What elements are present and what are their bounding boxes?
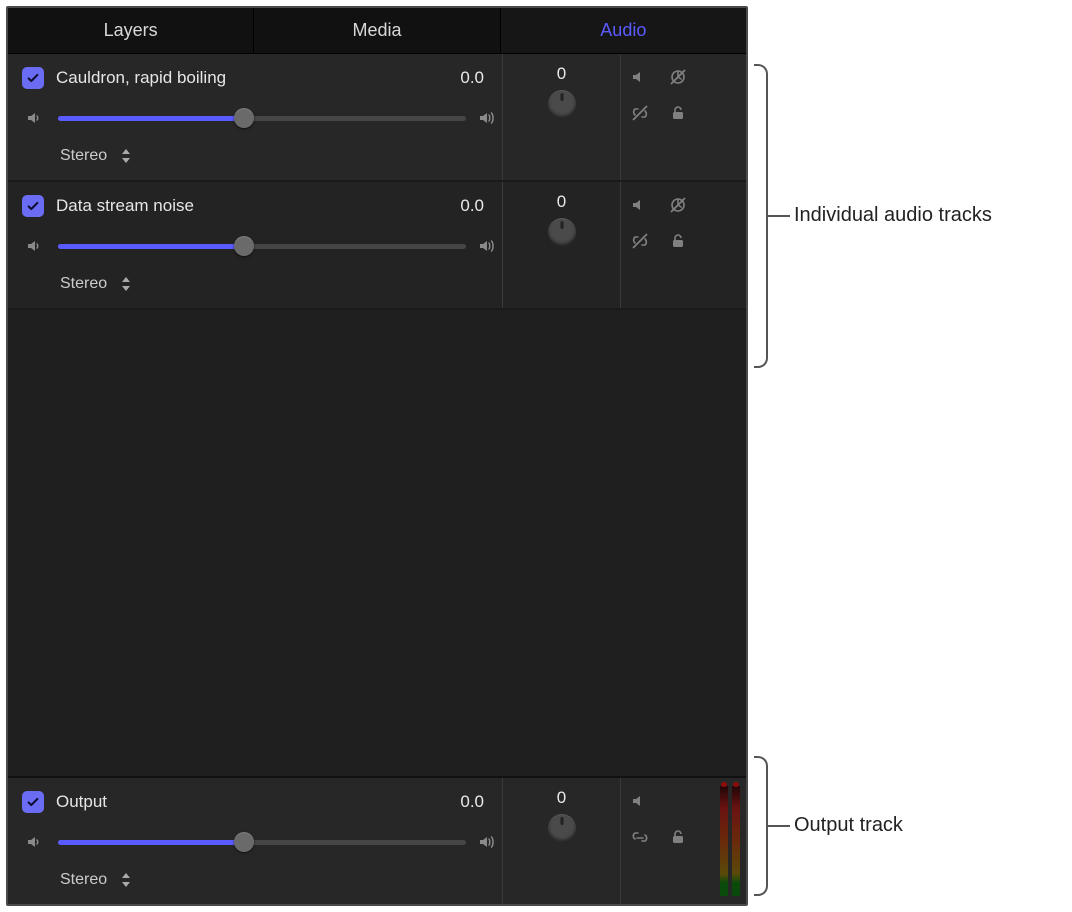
volume-readout[interactable]: 0.0: [442, 196, 502, 216]
speaker-low-icon: [22, 108, 48, 128]
callout-individual-tracks: Individual audio tracks: [748, 64, 1068, 384]
tab-audio[interactable]: Audio: [501, 8, 746, 53]
pan-readout[interactable]: 0: [503, 64, 620, 84]
updown-icon: [121, 149, 131, 163]
track-name[interactable]: Cauldron, rapid boiling: [56, 68, 442, 88]
speaker-low-icon: [22, 832, 48, 852]
volume-readout[interactable]: 0.0: [442, 68, 502, 88]
output-mode-select[interactable]: Stereo: [60, 147, 131, 165]
output-mode-label: Stereo: [60, 147, 107, 165]
volume-readout[interactable]: 0.0: [442, 792, 502, 812]
output-track-section: Output 0.0: [8, 776, 746, 904]
callout-text: Output track: [794, 814, 903, 837]
lock-open-icon[interactable]: [667, 826, 689, 848]
track-enable-checkbox[interactable]: [22, 67, 44, 89]
output-mode-label: Stereo: [60, 275, 107, 293]
updown-icon: [121, 873, 131, 887]
panel-tabs: Layers Media Audio: [8, 8, 746, 54]
output-mode-select[interactable]: Stereo: [60, 275, 131, 293]
output-mode-label: Stereo: [60, 871, 107, 889]
track-name[interactable]: Data stream noise: [56, 196, 442, 216]
audio-panel: Layers Media Audio Cauldron, rapid boili…: [6, 6, 748, 906]
speaker-high-icon: [476, 236, 502, 256]
speaker-high-icon: [476, 832, 502, 852]
updown-icon: [121, 277, 131, 291]
tab-media[interactable]: Media: [254, 8, 500, 53]
volume-slider[interactable]: [58, 107, 466, 129]
pan-readout[interactable]: 0: [503, 788, 620, 808]
volume-slider[interactable]: [58, 235, 466, 257]
callout-text: Individual audio tracks: [794, 204, 992, 227]
mute-icon[interactable]: [629, 194, 651, 216]
lock-open-icon[interactable]: [667, 102, 689, 124]
pan-knob[interactable]: [548, 814, 576, 842]
link-disabled-icon[interactable]: [629, 230, 651, 252]
output-track: Output 0.0: [8, 778, 746, 904]
output-enable-checkbox[interactable]: [22, 791, 44, 813]
link-icon[interactable]: [629, 826, 651, 848]
output-track-name[interactable]: Output: [56, 792, 442, 812]
link-disabled-icon[interactable]: [629, 102, 651, 124]
volume-slider[interactable]: [58, 831, 466, 853]
mute-icon[interactable]: [629, 790, 651, 812]
pan-knob[interactable]: [548, 218, 576, 246]
pan-knob[interactable]: [548, 90, 576, 118]
speaker-high-icon: [476, 108, 502, 128]
lock-open-icon[interactable]: [667, 230, 689, 252]
speaker-low-icon: [22, 236, 48, 256]
track-enable-checkbox[interactable]: [22, 195, 44, 217]
tracks-area: Cauldron, rapid boiling 0.0: [8, 54, 746, 904]
solo-disabled-icon[interactable]: [667, 66, 689, 88]
output-mode-select[interactable]: Stereo: [60, 871, 131, 889]
solo-disabled-icon[interactable]: [667, 194, 689, 216]
pan-readout[interactable]: 0: [503, 192, 620, 212]
output-level-meters: [720, 786, 740, 896]
audio-track: Cauldron, rapid boiling 0.0: [8, 54, 746, 182]
tab-layers[interactable]: Layers: [8, 8, 254, 53]
callout-output-track: Output track: [748, 756, 1068, 906]
audio-track: Data stream noise 0.0: [8, 182, 746, 310]
mute-icon[interactable]: [629, 66, 651, 88]
